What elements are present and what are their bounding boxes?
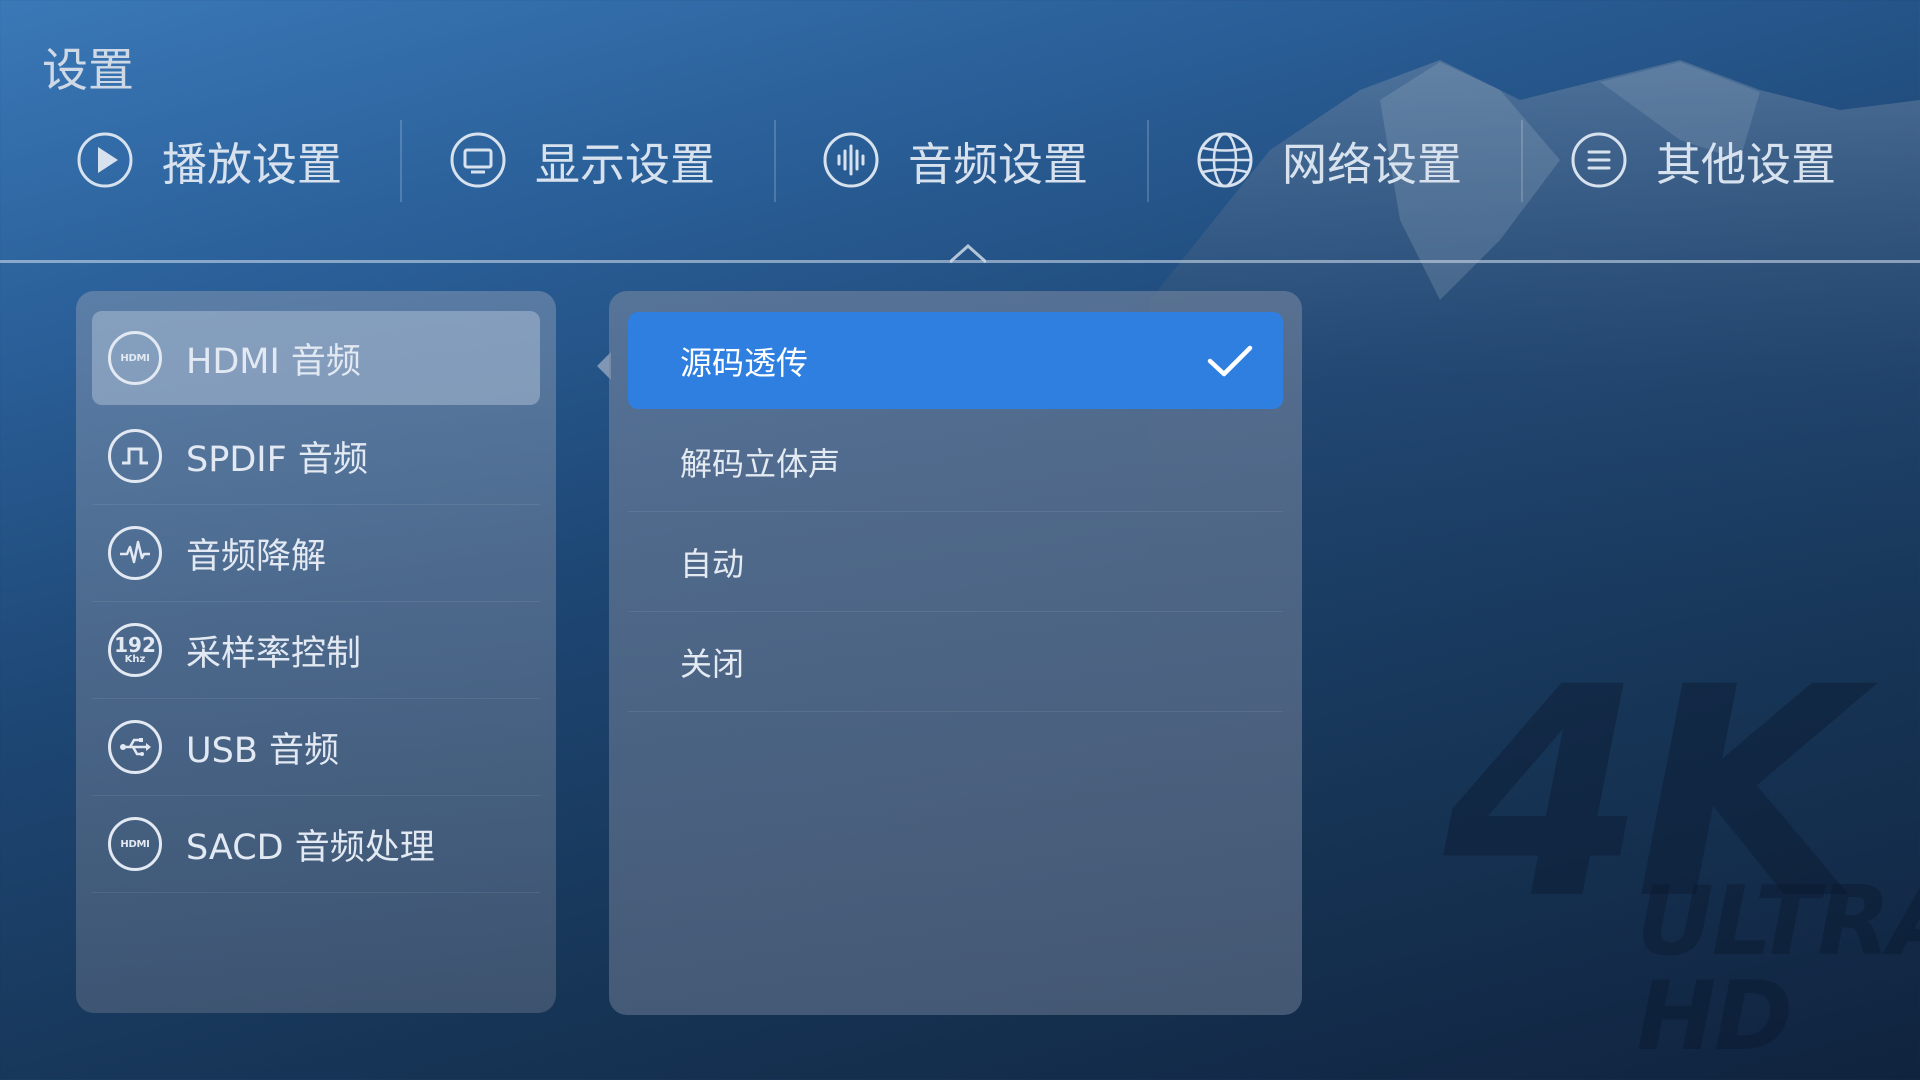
- option-label: 解码立体声: [680, 444, 841, 483]
- tab-divider: [1147, 120, 1149, 202]
- option-auto[interactable]: 自动: [628, 512, 1283, 612]
- usb-icon: [108, 720, 162, 774]
- globe-icon: [1197, 132, 1253, 188]
- monitor-icon: [450, 132, 506, 188]
- tab-label: 播放设置: [162, 137, 343, 191]
- menu-item-label: HDMI 音频: [186, 341, 361, 382]
- checkmark-icon: [1207, 345, 1253, 376]
- play-icon: [77, 132, 133, 188]
- tab-label: 其他设置: [1656, 137, 1837, 191]
- heartbeat-wave-icon: [108, 526, 162, 580]
- tab-playback[interactable]: 播放设置: [76, 120, 342, 200]
- menu-item-usb-audio[interactable]: USB 音频: [92, 699, 540, 796]
- tab-network[interactable]: 网络设置: [1196, 120, 1462, 200]
- settings-tab-bar: 播放设置 显示设置 音频设置 网络设置 其他设置: [40, 120, 1900, 202]
- sample-rate-icon: 192 Khz: [108, 623, 162, 677]
- audio-category-list: HDMI HDMI 音频 SPDIF 音频 音频降解 192 Khz 采样率控制: [76, 291, 556, 1013]
- option-label: 关闭: [680, 644, 745, 683]
- active-tab-caret-icon: [950, 244, 986, 264]
- hdmi-icon: HDMI: [108, 331, 162, 385]
- option-label: 自动: [680, 544, 745, 583]
- menu-item-sacd-processing[interactable]: HDMI SACD 音频处理: [92, 796, 540, 893]
- option-decode-stereo[interactable]: 解码立体声: [628, 412, 1283, 512]
- tab-divider: [400, 120, 402, 202]
- menu-item-audio-downmix[interactable]: 音频降解: [92, 505, 540, 602]
- page-title: 设置: [42, 43, 134, 97]
- tab-label: 显示设置: [535, 137, 716, 191]
- tab-divider: [1521, 120, 1523, 202]
- menu-item-hdmi-audio[interactable]: HDMI HDMI 音频: [92, 311, 540, 405]
- tab-other[interactable]: 其他设置: [1570, 120, 1836, 200]
- hdmi-icon: HDMI: [108, 817, 162, 871]
- option-label: 源码透传: [680, 343, 809, 382]
- tab-audio[interactable]: 音频设置: [822, 120, 1088, 200]
- tab-display[interactable]: 显示设置: [449, 120, 715, 200]
- audio-wave-icon: [823, 132, 879, 188]
- tab-divider: [774, 120, 776, 202]
- option-passthrough[interactable]: 源码透传: [628, 312, 1283, 409]
- menu-list-icon: [1571, 132, 1627, 188]
- menu-item-label: 音频降解: [186, 536, 327, 577]
- hdmi-audio-options: 源码透传 解码立体声 自动 关闭: [609, 291, 1302, 1015]
- menu-item-sample-rate[interactable]: 192 Khz 采样率控制: [92, 602, 540, 699]
- tab-label: 音频设置: [908, 137, 1089, 191]
- tab-label: 网络设置: [1282, 137, 1463, 191]
- menu-item-label: 采样率控制: [186, 633, 362, 674]
- menu-item-label: SPDIF 音频: [186, 439, 368, 480]
- spdif-pulse-icon: [108, 429, 162, 483]
- menu-item-label: USB 音频: [186, 730, 339, 771]
- menu-item-label: SACD 音频处理: [186, 827, 435, 868]
- option-off[interactable]: 关闭: [628, 612, 1283, 712]
- menu-item-spdif-audio[interactable]: SPDIF 音频: [92, 408, 540, 505]
